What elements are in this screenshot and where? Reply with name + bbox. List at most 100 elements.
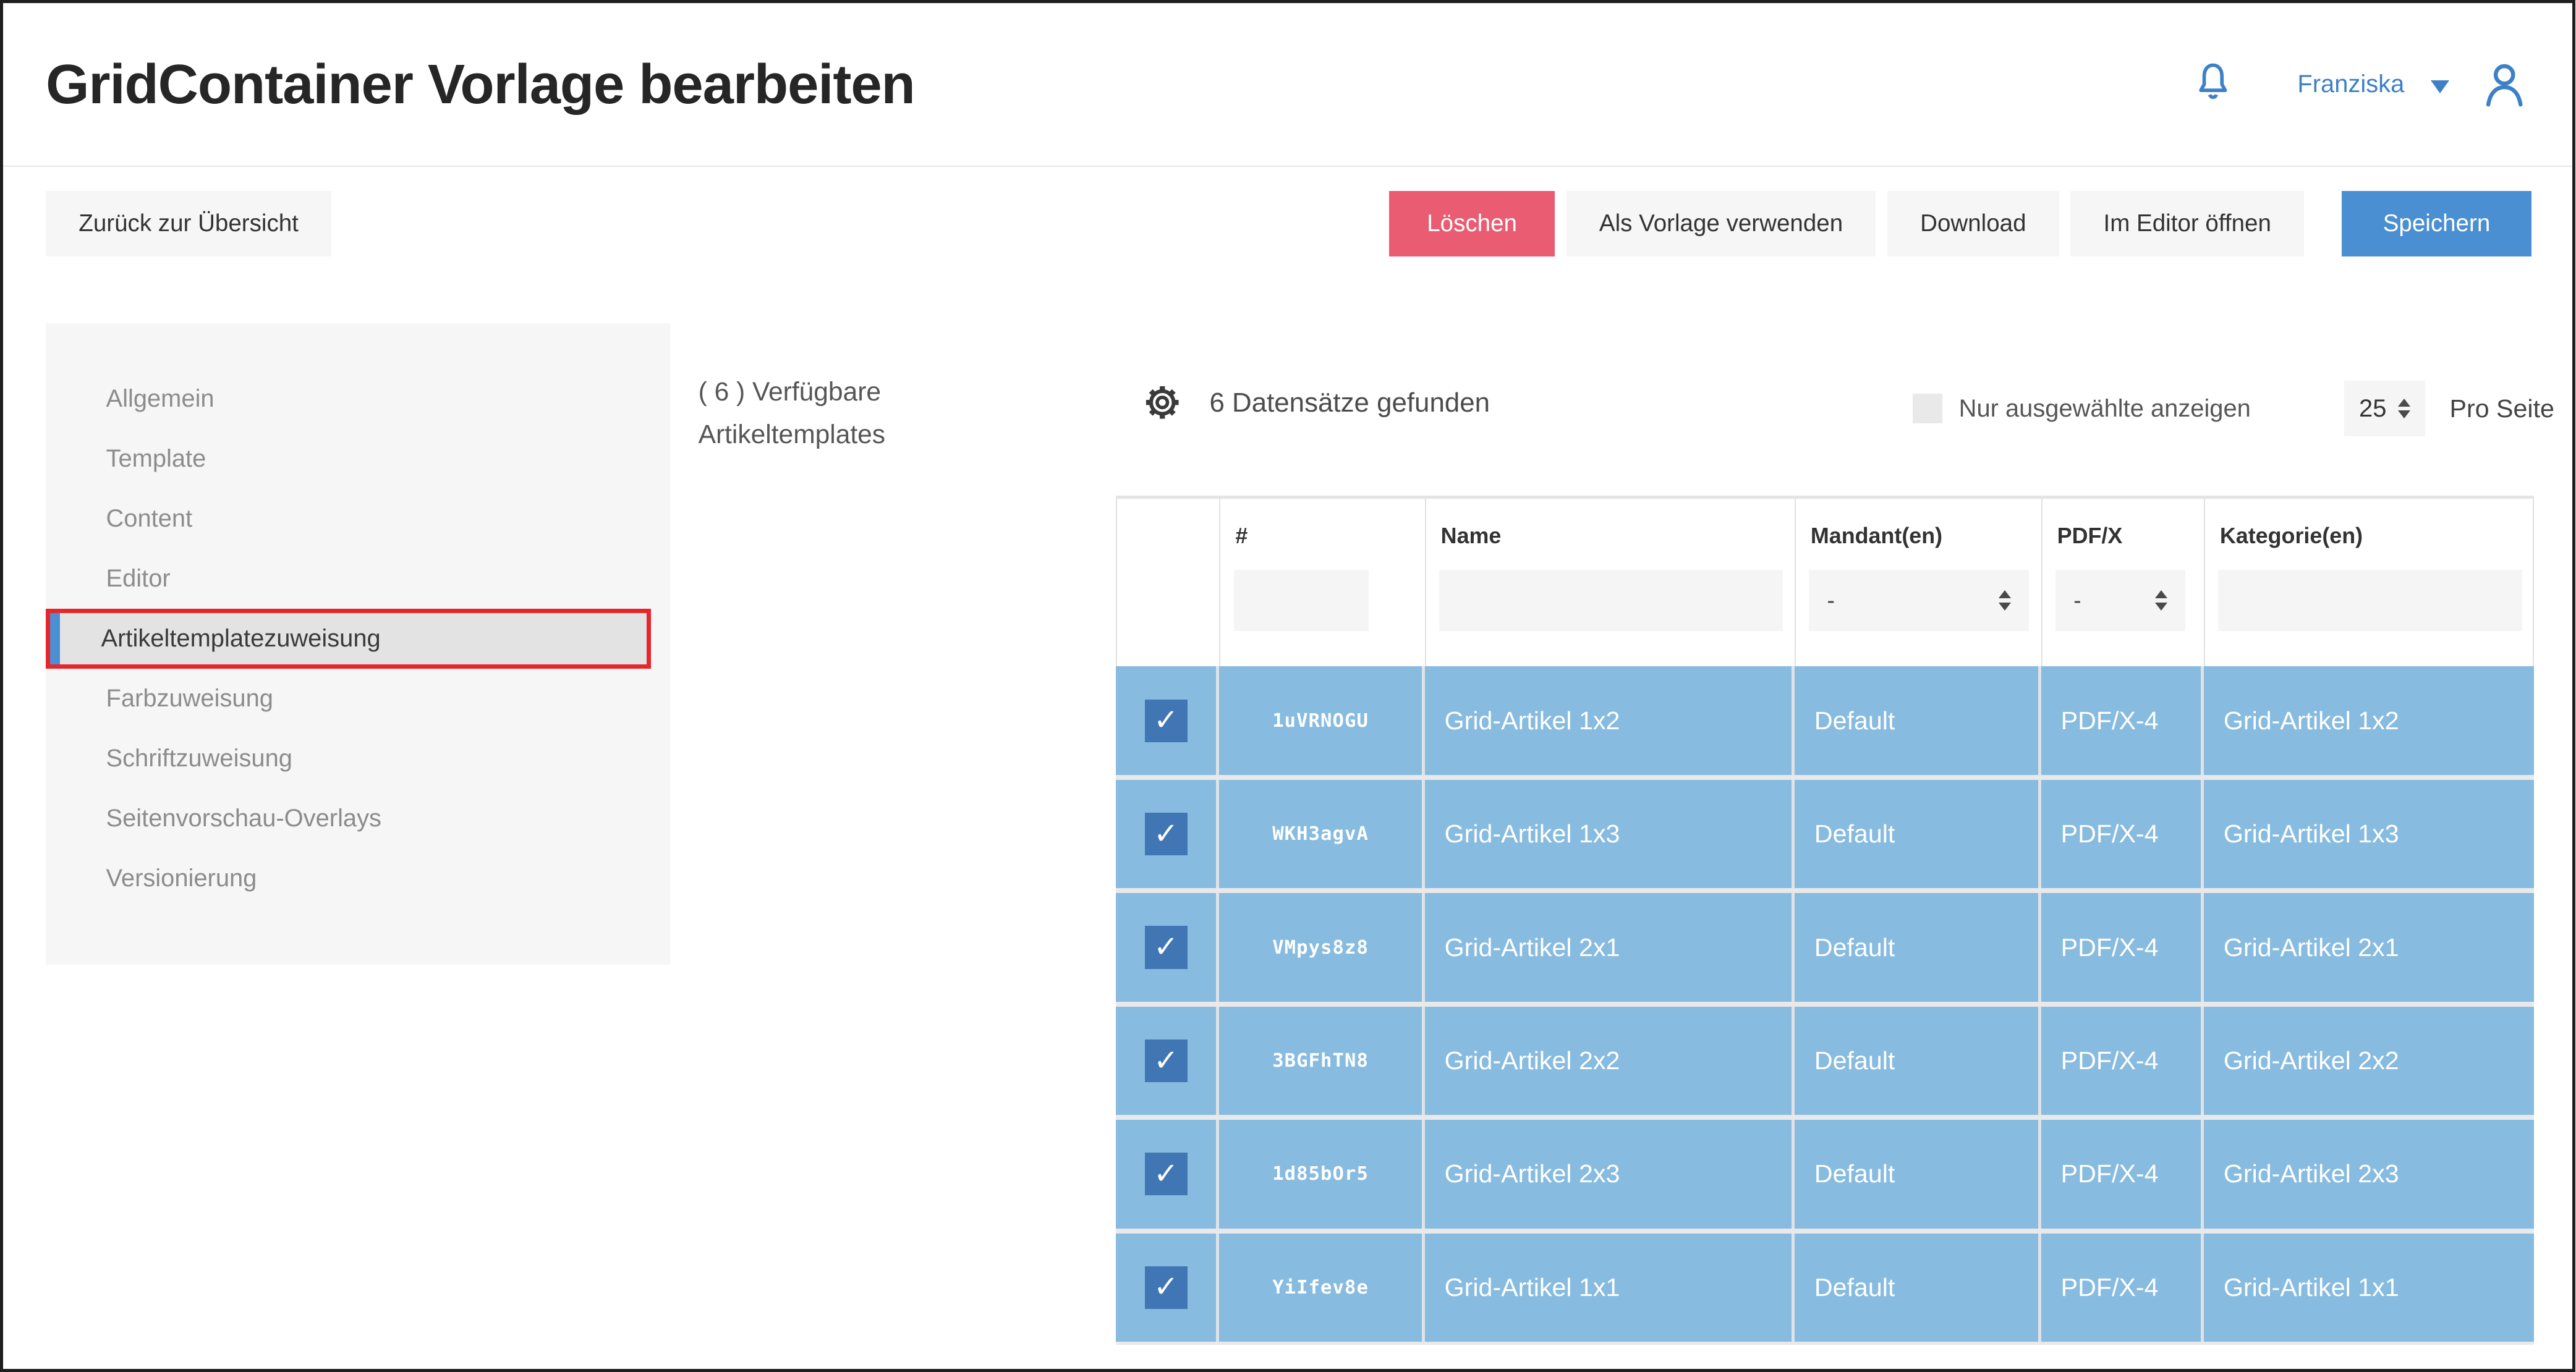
row-name-cell: Grid-Artikel 1x3 <box>1425 780 1795 888</box>
toolbar: Zurück zur Übersicht Löschen Als Vorlage… <box>3 167 2572 257</box>
bell-icon[interactable] <box>2191 58 2235 111</box>
open-in-editor-button[interactable]: Im Editor öffnen <box>2070 191 2304 256</box>
checkmark-icon: ✓ <box>1154 1046 1178 1076</box>
column-name-label: Name <box>1426 523 1795 549</box>
table-row: ✓ 1uVRNOGU Grid-Artikel 1x2 Default PDF/… <box>1116 666 2534 774</box>
checkmark-icon: ✓ <box>1154 933 1178 962</box>
sidebar-item[interactable]: Seitenvorschau-Overlays <box>46 789 670 849</box>
row-kategorie-cell: Grid-Artikel 2x3 <box>2204 1120 2534 1228</box>
column-pdfx: PDF/X - <box>2041 499 2204 667</box>
sidebar-item-label: Template <box>106 445 206 473</box>
checkmark-icon: ✓ <box>1154 1159 1178 1189</box>
dropdown-caret-icon[interactable] <box>2431 80 2449 93</box>
per-page-label: Pro Seite <box>2450 394 2554 423</box>
sidebar-item-label: Content <box>106 505 193 533</box>
sidebar-item[interactable]: Versionierung <box>46 849 670 908</box>
row-checkbox[interactable]: ✓ <box>1145 813 1188 855</box>
user-name[interactable]: Franziska <box>2297 70 2404 98</box>
row-checkbox[interactable]: ✓ <box>1145 700 1188 742</box>
column-kategorie: Kategorie(en) <box>2204 499 2534 667</box>
sidebar-item[interactable]: Editor <box>46 549 670 609</box>
column-mandant-label: Mandant(en) <box>1796 523 2041 549</box>
row-name-cell: Grid-Artikel 2x3 <box>1425 1120 1795 1228</box>
user-area: Franziska <box>2191 58 2530 111</box>
active-indicator-bar <box>50 613 60 664</box>
row-pdfx-cell: PDF/X-4 <box>2041 780 2204 888</box>
row-id-cell: 1d85bOr5 <box>1219 1120 1424 1228</box>
row-pdfx-cell: PDF/X-4 <box>2041 1007 2204 1115</box>
app-root: GridContainer Vorlage bearbeiten Franzis… <box>0 0 2575 1372</box>
row-checkbox[interactable]: ✓ <box>1145 1153 1188 1195</box>
user-icon[interactable] <box>2479 59 2530 109</box>
row-checkbox[interactable]: ✓ <box>1145 926 1188 968</box>
filter-input-name[interactable] <box>1439 570 1783 630</box>
checkmark-icon: ✓ <box>1154 819 1178 849</box>
filter-input-id[interactable] <box>1234 570 1369 630</box>
sidebar-item[interactable]: Schriftzuweisung <box>46 729 670 789</box>
row-id-cell: 3BGFhTN8 <box>1219 1007 1424 1115</box>
row-kategorie-cell: Grid-Artikel 1x2 <box>2204 666 2534 774</box>
available-count-line2: Artikeltemplates <box>699 413 885 456</box>
row-mandant-cell: Default <box>1795 666 2041 774</box>
sidebar-item-active[interactable]: Artikeltemplatezuweisung <box>46 609 650 669</box>
use-as-template-button[interactable]: Als Vorlage verwenden <box>1566 191 1876 256</box>
sidebar-item-label: Seitenvorschau-Overlays <box>106 805 381 832</box>
row-checkbox-cell: ✓ <box>1116 1234 1219 1342</box>
row-pdfx-cell: PDF/X-4 <box>2041 1234 2204 1342</box>
available-count-text: ( 6 ) Verfügbare Artikeltemplates <box>699 371 885 456</box>
records-found-text: 6 Datensätze gefunden <box>1209 387 1490 418</box>
filter-input-kategorie[interactable] <box>2218 570 2522 630</box>
row-checkbox-cell: ✓ <box>1116 780 1219 888</box>
table-body: ✓ 1uVRNOGU Grid-Artikel 1x2 Default PDF/… <box>1116 666 2534 1345</box>
column-kategorie-label: Kategorie(en) <box>2205 523 2533 549</box>
row-mandant-cell: Default <box>1795 1120 2041 1228</box>
available-count-line1: ( 6 ) Verfügbare <box>699 371 885 413</box>
delete-button[interactable]: Löschen <box>1389 191 1555 256</box>
sidebar-item[interactable]: Content <box>46 489 670 549</box>
filter-select-mandant-value: - <box>1827 587 1834 614</box>
back-to-overview-button[interactable]: Zurück zur Übersicht <box>46 191 331 256</box>
row-checkbox-cell: ✓ <box>1116 1120 1219 1228</box>
row-checkbox[interactable]: ✓ <box>1145 1266 1188 1309</box>
row-kategorie-cell: Grid-Artikel 2x2 <box>2204 1007 2534 1115</box>
per-page-select[interactable]: 25 <box>2344 381 2425 436</box>
column-id-label: # <box>1220 523 1424 549</box>
row-checkbox-cell: ✓ <box>1116 1007 1219 1115</box>
sidebar-item[interactable]: Template <box>46 429 670 489</box>
sidebar-item[interactable]: Allgemein <box>46 369 670 429</box>
row-id-cell: VMpys8z8 <box>1219 893 1424 1001</box>
sidebar-item-label: Editor <box>106 565 171 593</box>
sidebar-item-label: Versionierung <box>106 865 257 892</box>
row-mandant-cell: Default <box>1795 1007 2041 1115</box>
spinner-arrows-icon <box>2155 590 2167 611</box>
row-pdfx-cell: PDF/X-4 <box>2041 1120 2204 1228</box>
filter-select-pdfx[interactable]: - <box>2055 570 2185 630</box>
filter-select-mandant[interactable]: - <box>1809 570 2029 630</box>
row-checkbox[interactable]: ✓ <box>1145 1040 1188 1082</box>
table-header-row: # Name Mandant(en) - <box>1116 496 2534 667</box>
checkmark-icon: ✓ <box>1154 706 1178 735</box>
sidebar-item[interactable]: Farbzuweisung <box>46 669 670 729</box>
page-title: GridContainer Vorlage bearbeiten <box>46 53 915 117</box>
row-name-cell: Grid-Artikel 2x2 <box>1425 1007 1795 1115</box>
sidebar-nav: Allgemein Template Content Editor Artike… <box>46 323 670 965</box>
row-id-cell: WKH3agvA <box>1219 780 1424 888</box>
row-mandant-cell: Default <box>1795 893 2041 1001</box>
row-kategorie-cell: Grid-Artikel 1x1 <box>2204 1234 2534 1342</box>
gear-icon[interactable] <box>1142 382 1183 423</box>
save-button[interactable]: Speichern <box>2342 191 2531 256</box>
only-selected-checkbox[interactable] <box>1913 394 1942 423</box>
row-checkbox-cell: ✓ <box>1116 666 1219 774</box>
row-kategorie-cell: Grid-Artikel 1x3 <box>2204 780 2534 888</box>
content: Allgemein Template Content Editor Artike… <box>3 323 2572 1345</box>
download-button[interactable]: Download <box>1887 191 2059 256</box>
row-name-cell: Grid-Artikel 2x1 <box>1425 893 1795 1001</box>
row-mandant-cell: Default <box>1795 780 2041 888</box>
column-id: # <box>1219 499 1424 667</box>
sidebar-item-label: Artikeltemplatezuweisung <box>101 625 381 653</box>
column-pdfx-label: PDF/X <box>2043 523 2204 549</box>
column-mandant: Mandant(en) - <box>1795 499 2041 667</box>
sidebar-item-label: Farbzuweisung <box>106 685 273 713</box>
article-templates-table: # Name Mandant(en) - <box>1116 496 2534 1345</box>
spinner-arrows-icon <box>1999 590 2011 611</box>
